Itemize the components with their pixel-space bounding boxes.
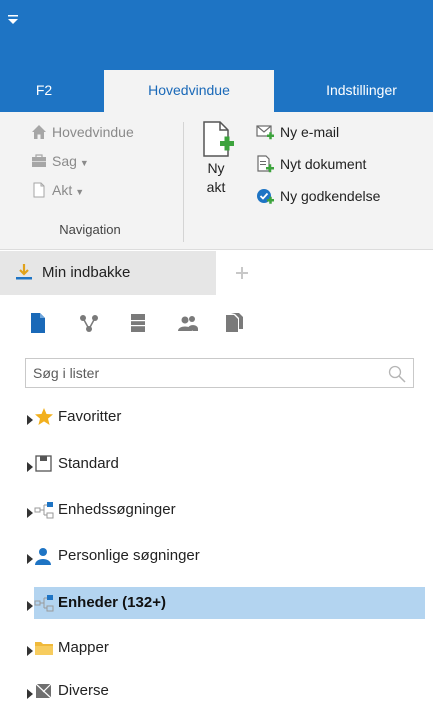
tab-min-indbakke[interactable]: Min indbakke xyxy=(0,251,216,295)
new-email-icon xyxy=(256,123,274,141)
view-toolbar xyxy=(0,304,433,344)
tab-indstillinger[interactable]: Indstillinger xyxy=(290,70,433,112)
new-document-large-icon xyxy=(193,120,239,158)
new-email-button[interactable]: Ny e-mail xyxy=(256,120,339,144)
search-input[interactable] xyxy=(26,359,376,387)
tab-min-indbakke-label: Min indbakke xyxy=(42,264,131,281)
list-view-icon[interactable] xyxy=(127,312,149,334)
folder-icon xyxy=(34,639,54,657)
expand-arrow-icon[interactable] xyxy=(26,686,34,699)
add-tab-plus-icon[interactable] xyxy=(232,263,252,283)
new-approval-label: Ny godkendelse xyxy=(280,188,381,204)
tab-f2[interactable]: F2 xyxy=(0,70,88,112)
document-view-icon[interactable] xyxy=(27,312,49,334)
new-akt-label-line1: Ny xyxy=(207,160,225,176)
org-unit-icon xyxy=(34,501,54,519)
home-icon xyxy=(31,123,47,139)
users-view-icon[interactable] xyxy=(177,312,199,334)
case-icon xyxy=(31,152,47,168)
tree-item-label: Favoritter xyxy=(58,408,122,425)
org-unit-icon xyxy=(34,594,54,612)
nav-hovedvindue-label: Hovedvindue xyxy=(52,124,134,140)
tree-item-personlige-soegninger[interactable]: Personlige søgninger xyxy=(0,540,433,572)
nav-akt-button[interactable]: Akt ▼ xyxy=(31,178,84,202)
nav-akt-label: Akt xyxy=(52,182,73,198)
expand-arrow-icon[interactable] xyxy=(26,598,34,611)
document-tab-bar: Min indbakke xyxy=(0,251,433,295)
new-akt-button[interactable]: Ny akt xyxy=(193,120,239,220)
expand-arrow-icon[interactable] xyxy=(26,505,34,518)
misc-icon xyxy=(34,682,54,700)
person-icon xyxy=(34,547,54,565)
new-approval-icon xyxy=(256,187,274,205)
navigation-group: Hovedvindue Sag ▼ Akt ▼ Navigation xyxy=(0,112,180,250)
new-document-button[interactable]: Nyt dokument xyxy=(256,152,366,176)
nav-sag-button[interactable]: Sag ▼ xyxy=(31,149,89,173)
tree-item-label: Diverse xyxy=(58,682,109,699)
star-icon xyxy=(34,408,54,426)
new-document-icon xyxy=(256,155,274,173)
document-icon xyxy=(31,181,47,198)
tree-item-enhedssoegninger[interactable]: Enhedssøgninger xyxy=(0,494,433,526)
tree-item-diverse[interactable]: Diverse xyxy=(0,675,433,704)
new-akt-label-line2: akt xyxy=(206,179,226,195)
chevron-down-icon: ▼ xyxy=(79,158,89,168)
chevron-down-icon: ▼ xyxy=(75,187,85,197)
search-icon[interactable] xyxy=(387,364,407,384)
title-bar xyxy=(0,0,433,70)
nav-hovedvindue-button[interactable]: Hovedvindue xyxy=(31,120,134,144)
expand-arrow-icon[interactable] xyxy=(26,551,34,564)
ribbon: Hovedvindue Sag ▼ Akt ▼ Navigation Ny akt xyxy=(0,112,433,250)
tree-item-label: Enheder (132+) xyxy=(58,594,166,611)
hierarchy-view-icon[interactable] xyxy=(78,312,100,334)
tree-item-favoritter[interactable]: Favoritter xyxy=(0,401,433,433)
tree-item-standard[interactable]: Standard xyxy=(0,448,433,480)
tree-item-enheder[interactable]: Enheder (132+) xyxy=(0,587,433,619)
standard-list-icon xyxy=(34,455,54,473)
tree-item-label: Enhedssøgninger xyxy=(58,501,176,518)
tree-item-label: Personlige søgninger xyxy=(58,547,200,564)
nav-sag-label: Sag xyxy=(52,153,77,169)
tab-hovedvindue[interactable]: Hovedvindue xyxy=(104,70,274,113)
expand-arrow-icon[interactable] xyxy=(26,643,34,656)
new-email-label: Ny e-mail xyxy=(280,124,340,140)
expand-arrow-icon[interactable] xyxy=(26,459,34,472)
group-divider xyxy=(183,122,184,242)
list-search-box xyxy=(25,358,414,388)
documents-view-icon[interactable] xyxy=(223,312,245,334)
tree-item-label: Mapper xyxy=(58,639,109,656)
ribbon-tab-bar: F2 Hovedvindue Indstillinger xyxy=(0,70,433,113)
inbox-icon xyxy=(15,263,33,284)
quick-access-dropdown-icon[interactable] xyxy=(7,14,19,26)
tree-item-mapper[interactable]: Mapper xyxy=(0,632,433,664)
new-document-label: Nyt dokument xyxy=(280,156,367,172)
tree-item-label: Standard xyxy=(58,455,119,472)
navigation-group-label: Navigation xyxy=(59,222,121,237)
new-approval-button[interactable]: Ny godkendelse xyxy=(256,184,380,208)
expand-arrow-icon[interactable] xyxy=(26,412,34,425)
